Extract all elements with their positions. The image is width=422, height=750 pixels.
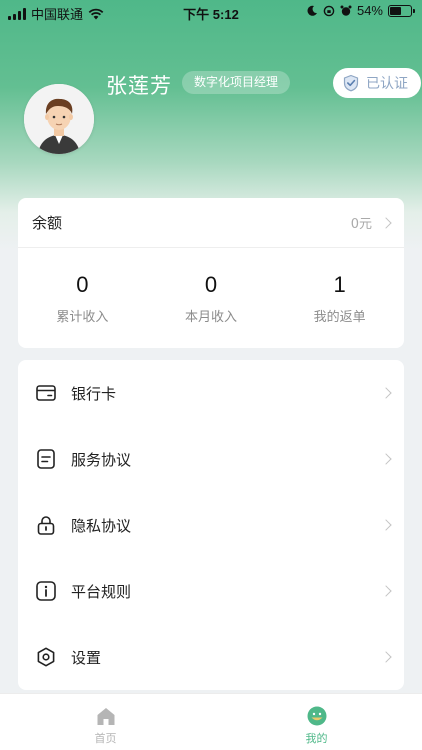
stats-row: 0 累计收入 0 本月收入 1 我的返单 — [18, 248, 404, 347]
balance-card: 余额 0元 0 累计收入 0 本月收入 1 我的返单 — [18, 198, 404, 348]
battery-icon — [388, 4, 415, 17]
balance-value: 0元 — [350, 217, 372, 232]
chevron-right-icon — [380, 453, 392, 465]
menu-label: 隐私协议 — [71, 516, 132, 535]
stat-total-income[interactable]: 0 累计收入 — [18, 248, 147, 347]
profile-icon — [307, 706, 326, 726]
menu-card: 银行卡 服务协议 隐私协议 平台规则 设置 — [18, 360, 404, 690]
stat-my-rebates[interactable]: 1 我的返单 — [275, 248, 404, 347]
tab-label: 我的 — [305, 732, 328, 745]
home-icon — [97, 708, 114, 725]
menu-label: 设置 — [71, 648, 102, 667]
tab-label: 首页 — [94, 732, 117, 745]
tab-home[interactable]: 首页 — [0, 694, 211, 750]
info-icon — [35, 580, 57, 602]
orientation-lock-icon — [323, 5, 335, 16]
status-bar: 中国联通 下午 5:12 54% — [0, 0, 422, 24]
stat-value: 0 — [76, 272, 89, 297]
chevron-right-icon — [380, 651, 392, 663]
role-badge: 数字化项目经理 — [182, 71, 291, 94]
document-icon — [35, 448, 57, 470]
lock-icon — [35, 514, 57, 536]
battery-percent: 54% — [356, 3, 383, 18]
shield-check-icon — [343, 74, 359, 92]
alarm-icon — [340, 5, 352, 16]
stat-label: 本月收入 — [185, 310, 238, 325]
chevron-right-icon — [380, 387, 392, 399]
stat-label: 累计收入 — [56, 310, 109, 325]
stat-value: 1 — [333, 272, 346, 297]
chevron-right-icon — [380, 585, 392, 597]
avatar[interactable] — [24, 84, 94, 154]
menu-label: 服务协议 — [71, 450, 132, 469]
menu-item-platform-rules[interactable]: 平台规则 — [18, 558, 404, 624]
balance-label: 余额 — [32, 214, 63, 232]
settings-hexagon-icon — [35, 646, 57, 668]
chevron-right-icon — [380, 216, 392, 229]
stat-month-income[interactable]: 0 本月收入 — [147, 248, 276, 347]
user-name: 张莲芳 — [106, 74, 172, 98]
chevron-right-icon — [380, 519, 392, 531]
tab-bar: 首页 我的 — [0, 693, 422, 750]
tab-mine[interactable]: 我的 — [211, 694, 422, 750]
menu-item-privacy-agreement[interactable]: 隐私协议 — [18, 492, 404, 558]
avatar-man-icon — [24, 84, 94, 154]
verified-label: 已认证 — [366, 76, 408, 92]
menu-label: 平台规则 — [71, 582, 132, 601]
stat-label: 我的返单 — [313, 310, 366, 325]
bank-card-icon — [35, 382, 57, 404]
menu-label: 银行卡 — [71, 384, 117, 403]
balance-row[interactable]: 余额 0元 — [18, 198, 404, 248]
moon-icon — [307, 5, 317, 16]
verified-badge[interactable]: 已认证 — [333, 68, 421, 98]
menu-item-bank-card[interactable]: 银行卡 — [18, 360, 404, 426]
menu-item-service-agreement[interactable]: 服务协议 — [18, 426, 404, 492]
stat-value: 0 — [204, 272, 218, 297]
menu-item-settings[interactable]: 设置 — [18, 624, 404, 690]
